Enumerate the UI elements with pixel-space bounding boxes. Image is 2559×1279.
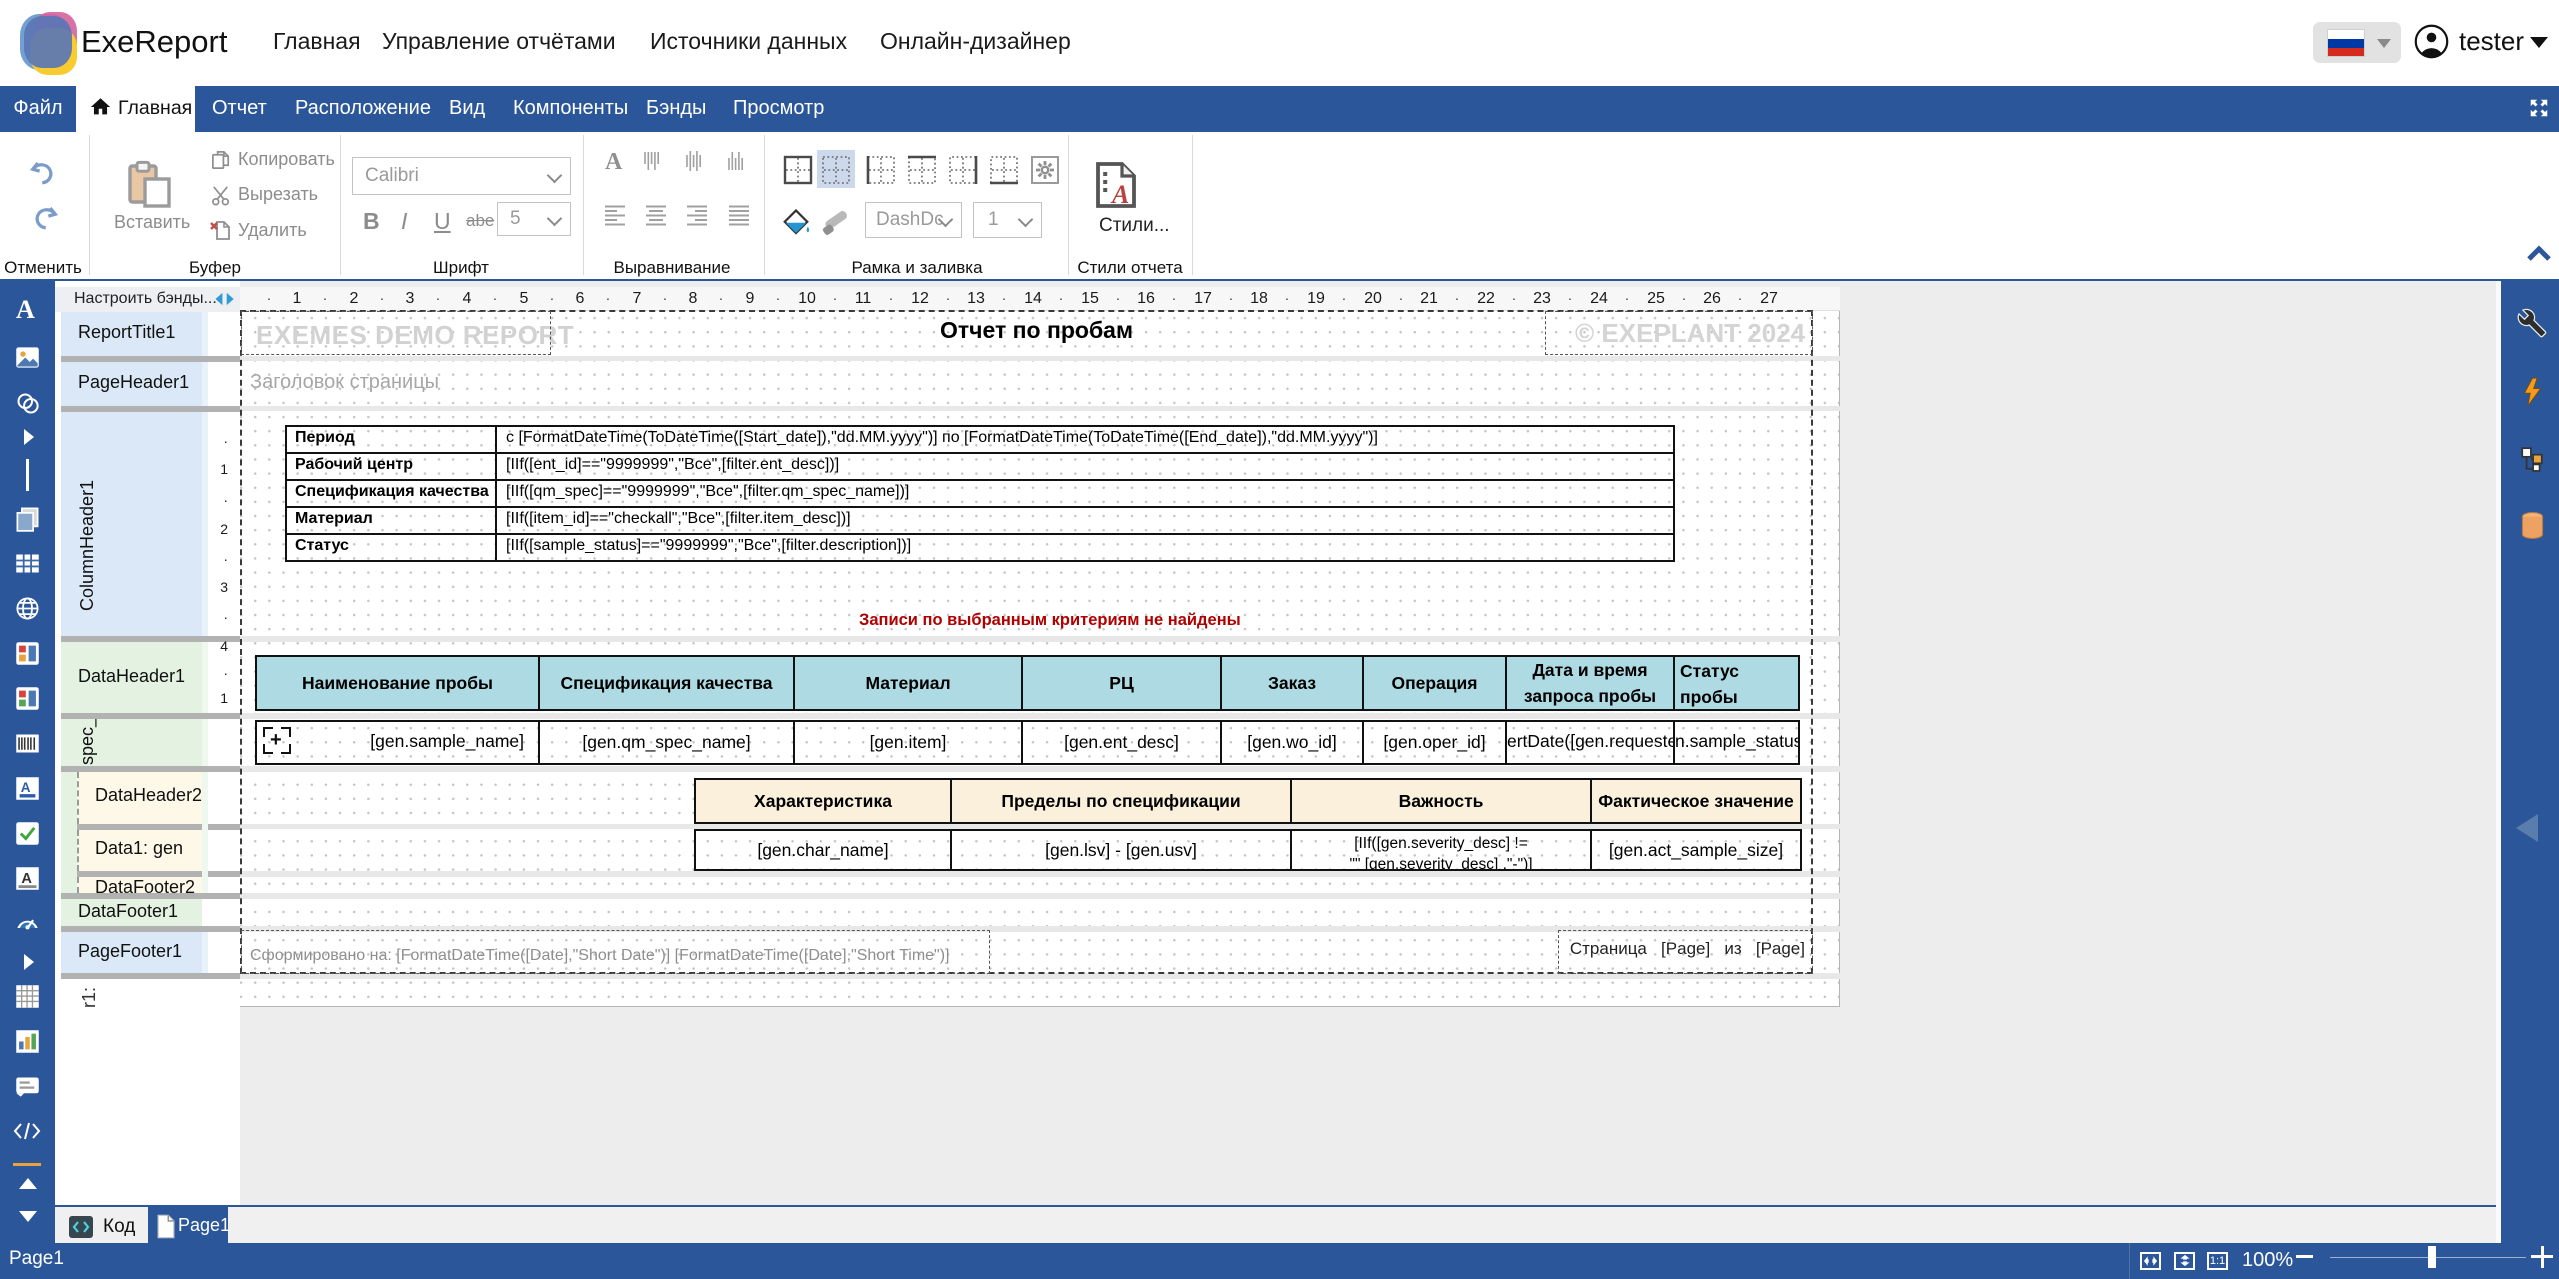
svg-text:A: A (1110, 180, 1129, 209)
svg-text:A: A (21, 871, 32, 887)
svg-text:A: A (21, 780, 31, 795)
